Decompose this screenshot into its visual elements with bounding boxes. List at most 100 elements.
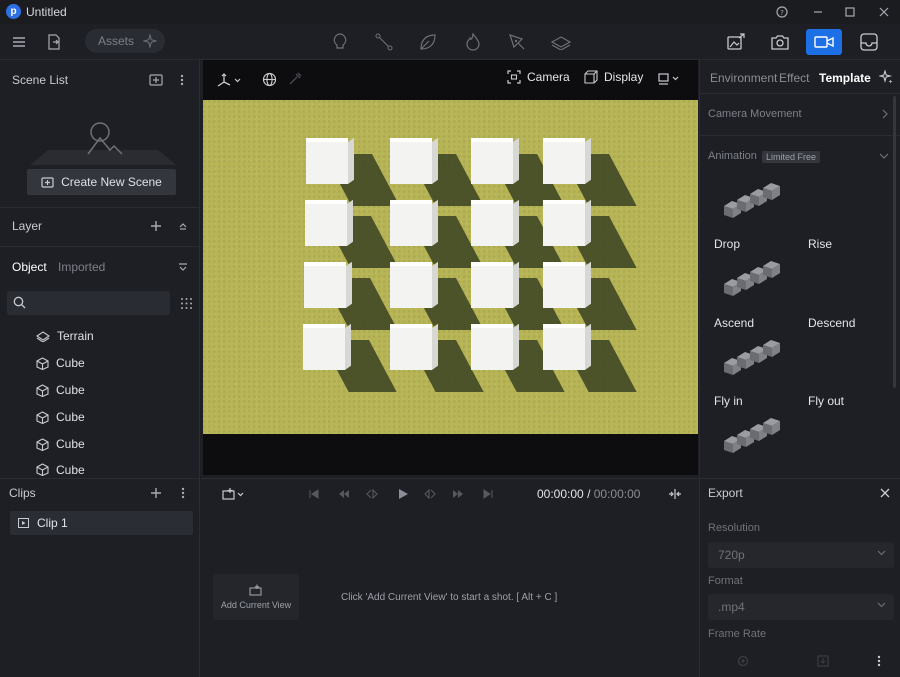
eyedropper-icon[interactable] <box>286 70 304 88</box>
list-item[interactable]: Cube <box>36 433 85 455</box>
tab-imported[interactable]: Imported <box>58 260 105 274</box>
menu-icon[interactable] <box>10 33 28 51</box>
play-icon[interactable] <box>395 486 411 502</box>
anim-label-rise[interactable]: Rise <box>808 237 832 251</box>
main-toolbar: Assets <box>0 24 900 60</box>
camera-movement-section[interactable]: Camera Movement <box>708 108 802 120</box>
ai-sparkle-icon[interactable] <box>878 69 894 85</box>
close-window-button[interactable] <box>872 2 896 22</box>
list-item[interactable]: Cube <box>36 352 85 374</box>
tab-object[interactable]: Object <box>12 260 47 274</box>
chevron-right-icon[interactable] <box>880 108 890 120</box>
add-current-view-button[interactable]: Add Current View <box>213 574 299 620</box>
camera-snapshot-icon[interactable] <box>762 29 798 55</box>
cube-icon <box>36 437 49 451</box>
pen-tool-icon[interactable] <box>507 32 527 52</box>
leaf-icon[interactable] <box>418 32 438 52</box>
anim-label-descend[interactable]: Descend <box>808 316 855 330</box>
maximize-button[interactable] <box>838 2 862 22</box>
rewind-icon[interactable] <box>337 487 351 501</box>
scene-cube[interactable] <box>471 261 565 330</box>
lightbulb-icon[interactable] <box>330 32 350 52</box>
close-icon[interactable] <box>878 486 892 500</box>
add-clip-icon[interactable] <box>148 485 164 501</box>
view-layout-dropdown-icon[interactable] <box>656 70 682 88</box>
animation-section[interactable]: Animation <box>708 150 757 162</box>
scene-cube[interactable] <box>306 137 400 206</box>
anim-label-fly-out[interactable]: Fly out <box>808 394 844 408</box>
scene-cube[interactable] <box>390 199 484 268</box>
filter-dropdown-icon[interactable] <box>176 260 190 274</box>
scene-cube[interactable] <box>471 323 565 392</box>
transform-gizmo-icon[interactable] <box>215 71 243 89</box>
terrain-layers-icon[interactable] <box>551 32 571 52</box>
skip-start-icon[interactable] <box>307 487 321 501</box>
scrollbar[interactable] <box>893 96 896 388</box>
prev-keyframe-icon[interactable] <box>365 487 379 501</box>
split-timeline-icon[interactable] <box>667 486 683 502</box>
anim-label-fly-in[interactable]: Fly in <box>714 394 743 408</box>
scene-cube[interactable] <box>543 323 637 392</box>
thumbnail-cube <box>763 340 780 357</box>
drop-thumbnail[interactable] <box>722 180 782 220</box>
inbox-icon[interactable] <box>851 29 887 55</box>
more-vertical-icon[interactable] <box>175 72 189 88</box>
chevron-down-icon[interactable] <box>878 151 890 161</box>
assets-button[interactable]: Assets <box>85 29 165 53</box>
format-select[interactable]: .mp4 <box>708 594 894 620</box>
more-vertical-icon[interactable] <box>176 485 190 501</box>
list-item[interactable]: Terrain <box>36 325 94 347</box>
save-preset-icon[interactable] <box>816 654 830 668</box>
scene-cube[interactable] <box>304 261 398 330</box>
clip-item[interactable]: Clip 1 <box>10 511 193 535</box>
fire-icon[interactable] <box>463 32 483 52</box>
list-item[interactable]: Cube <box>36 406 85 428</box>
3d-viewport[interactable] <box>203 100 698 434</box>
next-keyframe-icon[interactable] <box>423 487 437 501</box>
video-record-button[interactable] <box>806 29 842 55</box>
create-new-scene-button[interactable]: Create New Scene <box>27 169 176 195</box>
file-export-icon[interactable] <box>45 33 63 51</box>
display-menu-button[interactable]: Display <box>584 70 643 84</box>
animation-thumbnail[interactable] <box>722 415 782 455</box>
title-bar: p Untitled ? <box>0 0 900 24</box>
path-nodes-icon[interactable] <box>374 32 394 52</box>
list-item[interactable]: Cube <box>36 379 85 401</box>
help-icon[interactable]: ? <box>770 2 794 22</box>
skip-end-icon[interactable] <box>481 487 495 501</box>
fast-forward-icon[interactable] <box>451 487 465 501</box>
anim-label-ascend[interactable]: Ascend <box>714 316 754 330</box>
ascend-thumbnail[interactable] <box>722 258 782 298</box>
left-panel: Scene List Create New Scene Layer Object… <box>0 60 200 478</box>
resolution-select[interactable]: 720p <box>708 542 894 568</box>
globe-icon[interactable] <box>260 70 278 88</box>
settings-icon[interactable] <box>736 654 750 668</box>
scene-cube[interactable] <box>303 323 397 392</box>
scene-cube[interactable] <box>305 199 399 268</box>
collapse-icon[interactable] <box>176 218 190 234</box>
fly-in-thumbnail[interactable] <box>722 337 782 377</box>
scene-cube[interactable] <box>543 137 637 206</box>
tab-template[interactable]: Template <box>819 71 871 85</box>
grid-view-icon[interactable] <box>178 295 194 311</box>
time-readout: 00:00:00 / 00:00:00 <box>537 487 640 501</box>
add-view-icon <box>249 584 263 596</box>
object-search-input[interactable] <box>7 291 170 315</box>
scene-cube[interactable] <box>390 261 484 330</box>
more-vertical-icon[interactable] <box>872 654 886 668</box>
image-export-icon[interactable] <box>718 29 754 55</box>
add-layer-icon[interactable] <box>148 218 164 234</box>
add-keyframe-dropdown-icon[interactable] <box>221 486 247 502</box>
tab-effect[interactable]: Effect <box>779 71 809 85</box>
camera-menu-button[interactable]: Camera <box>507 70 570 84</box>
scene-cube[interactable] <box>390 137 484 206</box>
scene-cube[interactable] <box>390 323 484 392</box>
tab-environment[interactable]: Environment <box>710 71 777 85</box>
scene-cube[interactable] <box>471 199 565 268</box>
scene-cube[interactable] <box>471 137 565 206</box>
scene-cube[interactable] <box>543 199 637 268</box>
minimize-button[interactable] <box>806 2 830 22</box>
scene-import-icon[interactable] <box>148 72 164 88</box>
list-item[interactable]: Cube <box>36 460 85 478</box>
scene-cube[interactable] <box>543 261 637 330</box>
